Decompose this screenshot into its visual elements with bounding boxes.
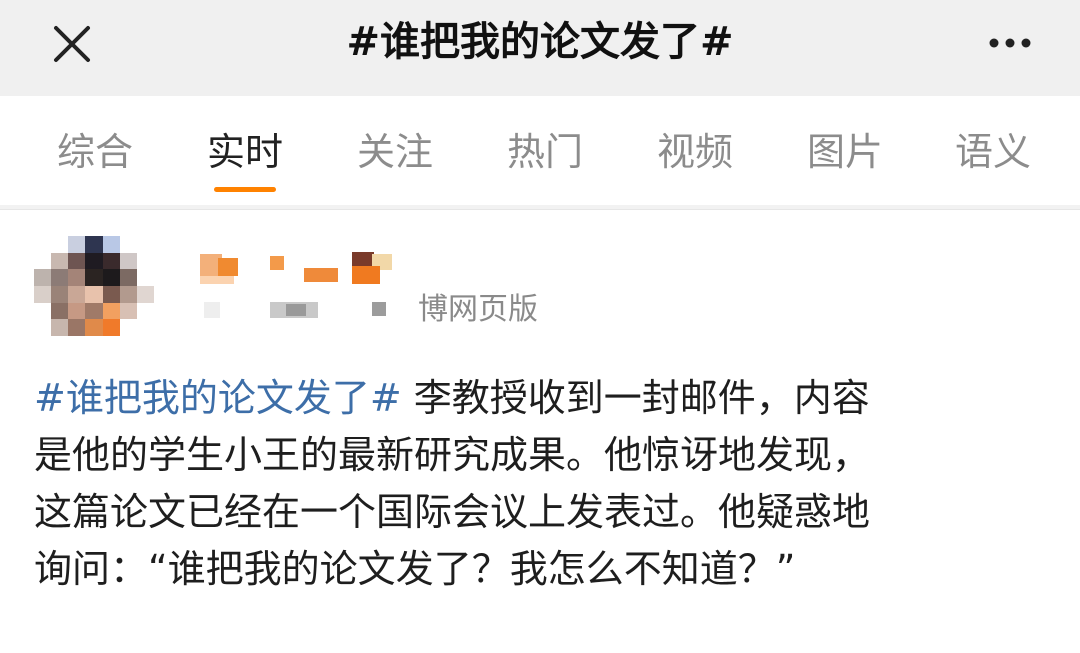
post-line: 这篇论文已经在一个国际会议上发表过。他疑惑地 — [34, 490, 871, 534]
tab-hot[interactable]: 热门 — [485, 122, 605, 182]
page-title: #谁把我的论文发了# — [346, 19, 734, 65]
post-text: #谁把我的论文发了# 李教授收到一封邮件，内容 是他的学生小王的最新研究成果。他… — [34, 370, 1044, 598]
post-meta: 博网页版 — [200, 290, 580, 330]
post-line: 询问：“谁把我的论文发了？我怎么不知道？” — [34, 547, 796, 591]
more-horizontal-icon[interactable] — [980, 28, 1040, 58]
hashtag-link[interactable]: #谁把我的论文发了# — [34, 376, 402, 420]
tab-realtime[interactable]: 实时 — [185, 122, 305, 182]
tab-semantic[interactable]: 语义 — [933, 122, 1053, 182]
divider — [0, 209, 1080, 210]
post-line: #谁把我的论文发了# 李教授收到一封邮件，内容 — [34, 370, 1044, 427]
tab-video[interactable]: 视频 — [635, 122, 755, 182]
post-line: 是他的学生小王的最新研究成果。他惊讶地发现， — [34, 433, 871, 477]
username-redacted[interactable] — [200, 248, 420, 288]
tab-comprehensive[interactable]: 综合 — [35, 122, 155, 182]
active-tab-indicator — [214, 187, 276, 192]
avatar[interactable] — [34, 236, 154, 336]
tab-following[interactable]: 关注 — [335, 122, 455, 182]
post-text-segment: 李教授收到一封邮件，内容 — [401, 376, 870, 420]
tab-images[interactable]: 图片 — [785, 122, 905, 182]
tab-bar: 综合 实时 关注 热门 视频 图片 语义 — [0, 96, 1080, 206]
post-source: 博网页版 — [418, 292, 538, 327]
top-bar: #谁把我的论文发了# — [0, 0, 1080, 96]
